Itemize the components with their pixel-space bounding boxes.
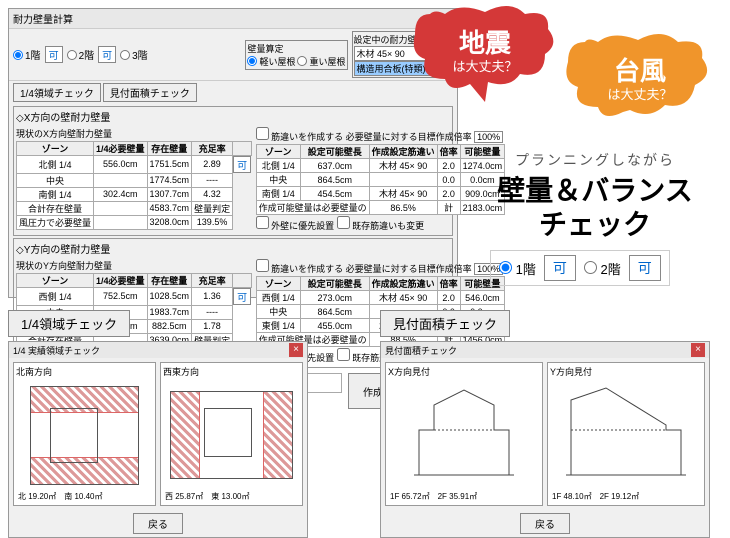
quarter-check-area: 1/4領域チェック 1/4 実績領域チェック× 北南方向 北 19.20㎡南 1…: [8, 310, 308, 538]
floor-2-radio[interactable]: 2階: [67, 47, 95, 62]
promo-floor-1-ok: 可: [544, 255, 576, 281]
light-roof-radio[interactable]: 軽い屋根: [247, 55, 295, 68]
ns-diagram: 北南方向 北 19.20㎡南 10.40㎡: [13, 362, 156, 506]
roof-weight-group: 壁量算定 軽い屋根 重い屋根: [245, 40, 347, 70]
ew-diagram: 西東方向 西 25.87㎡東 13.00㎡: [160, 362, 303, 506]
x-elevation-diagram: X方向見付 1F 65.72㎡2F 35.91㎡: [385, 362, 543, 506]
typhoon-bubble: 台風は大丈夫？: [560, 30, 720, 130]
mitsuke-check-window: 見付面積チェック× X方向見付 1F 65.72㎡2F 35.91㎡ Y方向見付: [380, 341, 710, 538]
floor-1-radio[interactable]: 1階: [13, 47, 41, 62]
floor-toolbar: 1階 可 2階 可 3階 壁量算定 軽い屋根 重い屋根 設定中の耐力壁材 木材 …: [9, 29, 457, 81]
quarter-check-window: 1/4 実績領域チェック× 北南方向 北 19.20㎡南 10.40㎡ 西東方向: [8, 341, 308, 538]
floor-2-ok: 可: [98, 46, 116, 63]
promo-floor-selector: 1階 可 2階 可: [490, 250, 670, 286]
house-elevation-icon: [388, 380, 540, 490]
mitsuke-check-area: 見付面積チェック 見付面積チェック× X方向見付 1F 65.72㎡2F 35.…: [380, 310, 710, 538]
x-exterior-cb[interactable]: 外壁に優先設置: [256, 221, 335, 231]
house-side-icon: [550, 380, 702, 490]
x-direction-section: ◇X方向の壁耐力壁量 現状のX方向壁耐力壁量 ゾーン1/4必要壁量存在壁量充足率…: [13, 106, 453, 236]
quarter-check-title[interactable]: 1/4領域チェック: [8, 310, 130, 337]
x-brace-checkbox[interactable]: 筋違いを作成する: [256, 132, 344, 142]
x-existing-cb[interactable]: 既存筋違いも変更: [337, 221, 425, 231]
promo-floor-2[interactable]: 2階: [584, 259, 621, 278]
close-icon[interactable]: ×: [691, 343, 705, 357]
main-calc-window: 耐力壁量計算 1階 可 2階 可 3階 壁量算定 軽い屋根 重い屋根 設定中の耐…: [8, 8, 458, 298]
earthquake-bubble: 地震は大丈夫？: [410, 4, 560, 104]
y-elevation-diagram: Y方向見付 1F 48.10㎡2F 19.12㎡: [547, 362, 705, 506]
heavy-roof-radio[interactable]: 重い屋根: [297, 55, 345, 68]
floor-3-radio[interactable]: 3階: [120, 47, 148, 62]
y-brace-checkbox[interactable]: 筋違いを作成する: [256, 264, 344, 274]
promo-text: プランニングしながら 壁量＆バランスチェック: [470, 150, 720, 241]
mitsuke-check-title[interactable]: 見付面積チェック: [380, 310, 510, 337]
promo-floor-1[interactable]: 1階: [499, 259, 536, 278]
x-possible-table: ゾーン設定可能壁長作成設定筋違い倍率可能壁量 北側 1/4637.0cm木材 4…: [256, 144, 506, 215]
close-icon[interactable]: ×: [289, 343, 303, 357]
x-target-ratio[interactable]: 100%: [474, 131, 503, 143]
x-current-table: ゾーン1/4必要壁量存在壁量充足率 北側 1/4556.0cm1751.5cm2…: [16, 141, 252, 230]
floor-1-ok: 可: [45, 46, 63, 63]
promo-floor-2-ok: 可: [629, 255, 661, 281]
window-title: 耐力壁量計算: [9, 9, 457, 29]
mitsuke-check-button[interactable]: 見付面積チェック: [103, 83, 197, 102]
quarter-check-button[interactable]: 1/4領域チェック: [13, 83, 101, 102]
